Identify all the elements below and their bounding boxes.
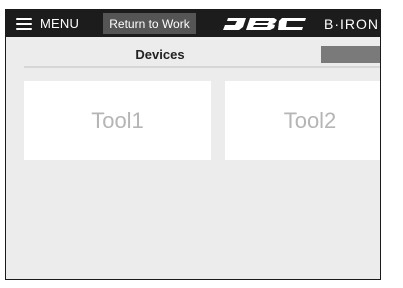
return-to-work-button[interactable]: Return to Work <box>103 13 196 34</box>
tool-card-1[interactable]: Tool1 <box>24 81 211 160</box>
brand-name: B·IRON <box>324 15 379 32</box>
device-screen: MENU Return to Work B·IRON Devices Tool1… <box>5 9 381 280</box>
tab-devices[interactable]: Devices <box>24 43 296 66</box>
menu-label: MENU <box>40 16 80 31</box>
hamburger-icon <box>16 17 32 30</box>
tab-secondary[interactable] <box>321 46 380 63</box>
top-bar: MENU Return to Work B·IRON <box>6 10 380 37</box>
tool-card-2[interactable]: Tool2 <box>225 81 380 160</box>
tab-bar: Devices <box>24 43 380 68</box>
jbc-logo <box>220 15 308 33</box>
menu-button[interactable]: MENU <box>16 10 79 37</box>
